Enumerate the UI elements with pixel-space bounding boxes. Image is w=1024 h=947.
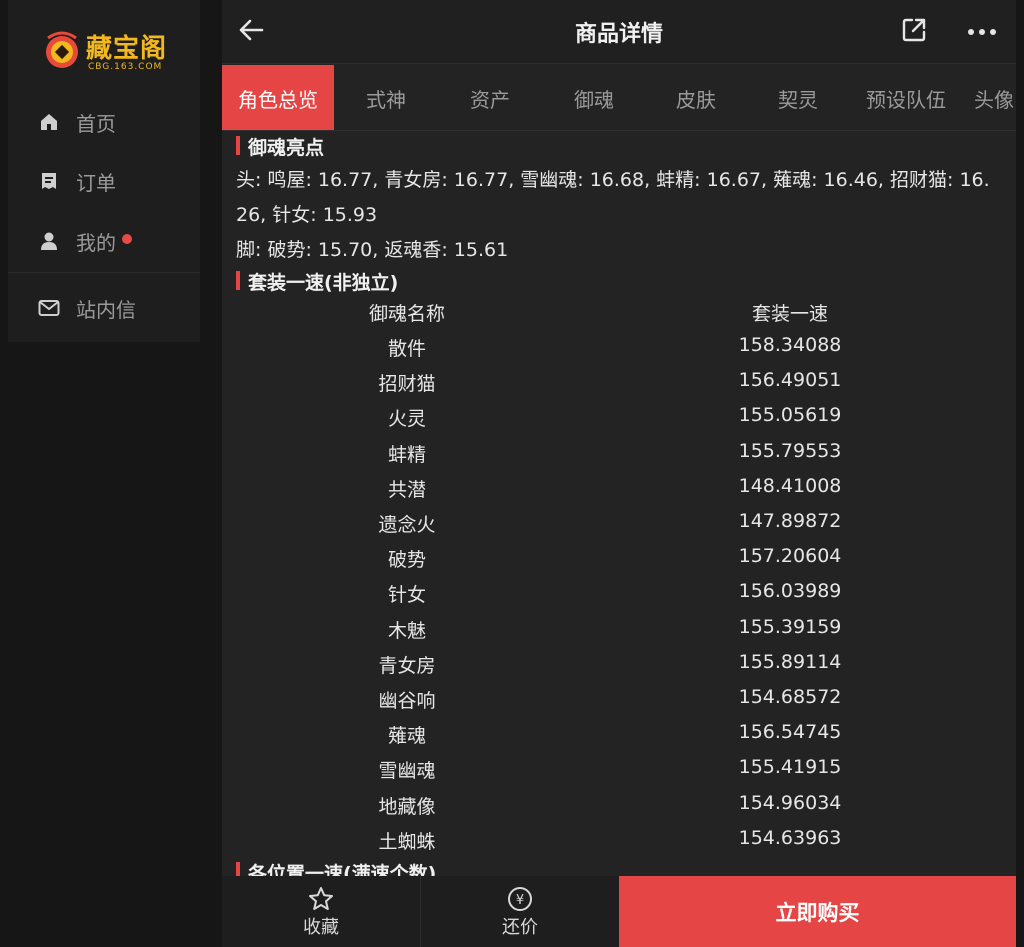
mitama-name: 散件 <box>387 338 426 360</box>
mitama-name: 火灵 <box>387 408 426 431</box>
home-icon <box>38 111 60 133</box>
user-icon <box>38 230 60 252</box>
share-icon <box>902 18 926 42</box>
column-header: 御魂名称 <box>368 303 445 325</box>
highlight-line: 脚: 破势: 15.70, 返魂香: 15.61 <box>236 239 509 261</box>
suit-speed-value: 156.54745 <box>738 721 842 744</box>
mitama-name: 蚌精 <box>387 443 426 466</box>
suit-speed-value: 156.03989 <box>738 580 842 603</box>
mitama-name: 地藏像 <box>378 795 436 818</box>
mitama-name: 幽谷响 <box>378 690 436 712</box>
table-row: 薙魂 156.54745 <box>222 721 1016 756</box>
mail-icon <box>38 297 60 319</box>
suit-speed-value: 155.41915 <box>738 756 842 779</box>
mitama-name: 遗念火 <box>378 514 436 536</box>
favorite-button[interactable]: 收藏 <box>222 876 420 947</box>
bargain-label: 还价 <box>502 916 538 938</box>
mitama-name: 薙魂 <box>387 725 426 748</box>
page-header: 商品详情 <box>222 0 1016 64</box>
suit-speed-value: 155.05619 <box>738 404 842 427</box>
tab-spirits[interactable]: 契灵 <box>746 65 850 130</box>
mitama-name: 招财猫 <box>378 373 436 396</box>
suit-speed-value: 154.63963 <box>738 826 842 849</box>
table-row: 蚌精 155.79553 <box>222 440 1016 475</box>
table-row: 共潜 148.41008 <box>222 475 1016 510</box>
sidebar-item-home[interactable]: 首页 <box>8 94 200 150</box>
table-row: 木魅 155.39159 <box>222 616 1016 651</box>
table-row: 地藏像 154.96034 <box>222 792 1016 827</box>
order-icon <box>38 170 60 192</box>
tab-avatar[interactable]: 头像 <box>974 65 1016 130</box>
mitama-name: 雪幽魂 <box>378 760 436 783</box>
bottom-action-bar: 收藏 ¥ 还价 立即购买 <box>222 876 1016 947</box>
suit-speed-value: 157.20604 <box>738 545 842 568</box>
bargain-button[interactable]: ¥ 还价 <box>421 876 619 947</box>
mitama-name: 土蜘蛛 <box>378 830 436 853</box>
table-row: 青女房 155.89114 <box>222 651 1016 686</box>
mitama-name: 针女 <box>387 584 426 607</box>
tab-assets[interactable]: 资产 <box>438 65 542 130</box>
suit-speed-value: 154.68572 <box>738 686 842 708</box>
sidebar-item-label: 首页 <box>76 111 116 136</box>
mitama-name: 破势 <box>387 549 426 572</box>
table-row: 针女 156.03989 <box>222 580 1016 615</box>
main-panel: 商品详情 角色总览 式神 资产 御魂 皮肤 契灵 预设队伍 头像 御魂亮点 头:… <box>222 0 1016 947</box>
sidebar: 藏宝阁 CBG.163.COM 首页 订单 我的 站内信 <box>8 0 200 342</box>
tab-skins[interactable]: 皮肤 <box>646 65 746 130</box>
table-row: 破势 157.20604 <box>222 545 1016 580</box>
brand-logo[interactable]: 藏宝阁 CBG.163.COM <box>38 18 188 78</box>
suit-speed-value: 156.49051 <box>738 369 842 392</box>
yuan-coin-icon: ¥ <box>508 886 532 911</box>
table-row: 遗念火 147.89872 <box>222 510 1016 545</box>
yuan-symbol: ¥ <box>516 893 524 908</box>
more-dots-icon <box>968 29 996 35</box>
page-title: 商品详情 <box>574 22 663 47</box>
suit-speed-value: 158.34088 <box>738 334 842 356</box>
tab-shikigami[interactable]: 式神 <box>334 65 438 130</box>
tab-bar: 角色总览 式神 资产 御魂 皮肤 契灵 预设队伍 头像 <box>222 65 1016 131</box>
notification-dot <box>122 234 132 244</box>
sidebar-item-orders[interactable]: 订单 <box>8 153 200 209</box>
sidebar-divider <box>8 272 200 273</box>
suit-speed-value: 147.89872 <box>738 510 842 532</box>
sidebar-item-label: 站内信 <box>76 297 136 322</box>
brand-domain: CBG.163.COM <box>88 62 163 72</box>
table-header: 御魂名称 套装一速 <box>222 299 1016 334</box>
table-row: 散件 158.34088 <box>222 334 1016 369</box>
sidebar-item-mine[interactable]: 我的 <box>8 213 200 269</box>
highlight-line: 头: 鸣屋: 16.77, 青女房: 16.77, 雪幽魂: 16.68, 蚌精… <box>236 169 990 191</box>
section-title-highlights: 御魂亮点 <box>236 133 324 160</box>
mitama-name: 共潜 <box>387 478 426 501</box>
mitama-name: 木魅 <box>387 619 426 642</box>
suit-speed-value: 155.89114 <box>738 650 842 673</box>
treasure-chest-icon <box>46 31 78 68</box>
sidebar-item-messages[interactable]: 站内信 <box>8 280 200 336</box>
tab-mitama[interactable]: 御魂 <box>542 65 646 130</box>
suit-speed-value: 148.41008 <box>738 474 842 497</box>
highlight-line: 26, 针女: 15.93 <box>236 204 378 226</box>
content-area[interactable]: 御魂亮点 头: 鸣屋: 16.77, 青女房: 16.77, 雪幽魂: 16.6… <box>222 131 1016 876</box>
suit-speed-value: 154.96034 <box>738 791 842 814</box>
section-title-suit-speed: 套装一速(非独立) <box>236 268 398 295</box>
buy-now-button[interactable]: 立即购买 <box>619 876 1016 947</box>
suit-speed-value: 155.79553 <box>738 439 842 462</box>
mitama-name: 青女房 <box>378 654 436 677</box>
table-row: 土蜘蛛 154.63963 <box>222 827 1016 862</box>
tab-preset-teams[interactable]: 预设队伍 <box>850 65 962 130</box>
sidebar-item-label: 订单 <box>76 170 116 195</box>
brand-name: 藏宝阁 <box>86 34 168 64</box>
star-icon <box>309 886 333 910</box>
table-row: 火灵 155.05619 <box>222 404 1016 439</box>
favorite-label: 收藏 <box>303 916 339 938</box>
share-button[interactable] <box>900 16 928 44</box>
sidebar-item-label: 我的 <box>76 230 116 255</box>
suit-speed-value: 155.39159 <box>738 615 842 638</box>
more-button[interactable] <box>964 18 1000 46</box>
table-row: 招财猫 156.49051 <box>222 369 1016 404</box>
table-row: 雪幽魂 155.41915 <box>222 756 1016 791</box>
column-header: 套装一速 <box>751 303 828 325</box>
section-title-position-speed: 各位置一速(满速个数) <box>236 859 436 876</box>
tab-overview[interactable]: 角色总览 <box>222 65 334 130</box>
table-row: 幽谷响 154.68572 <box>222 686 1016 721</box>
